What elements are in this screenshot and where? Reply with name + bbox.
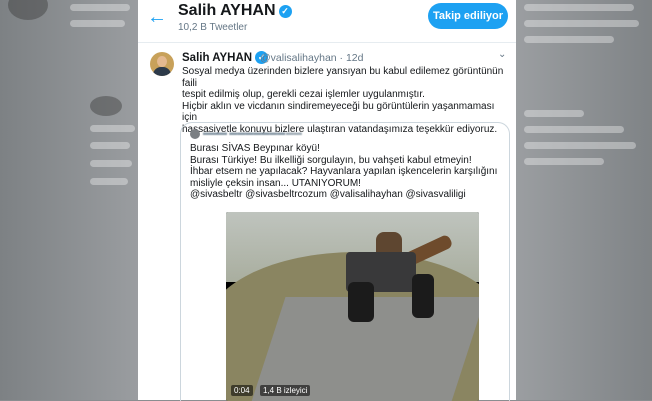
tweet-author-name-text: Salih AYHAN <box>182 52 253 64</box>
chevron-down-icon[interactable]: ⌄ <box>498 49 506 60</box>
blurred-avatar <box>8 0 48 20</box>
blurred-text <box>90 160 132 167</box>
blurred-text <box>70 4 130 11</box>
profile-name-text: Salih AYHAN <box>178 2 276 19</box>
avatar[interactable] <box>150 52 174 76</box>
blurred-text <box>524 158 604 165</box>
video-time: 0:04 <box>231 385 253 396</box>
blurred-text <box>524 4 634 11</box>
tweet-panel: ← Salih AYHAN ✓ 10,2 B Tweetler Takip edi… <box>138 0 516 401</box>
profile-header: ← Salih AYHAN ✓ 10,2 B Tweetler Takip edi… <box>138 0 516 43</box>
tweet-author-handle[interactable]: @valisalihayhan · 12d <box>260 52 363 64</box>
quoted-text-line: misliyle çeksin insan... UTANIYORUM! <box>190 177 361 189</box>
blurred-background-right <box>516 0 652 400</box>
video-tractor-wheel <box>412 274 434 318</box>
blurred-text <box>70 20 125 27</box>
blurred-text <box>524 142 636 149</box>
back-arrow-icon[interactable]: ← <box>146 6 168 28</box>
video-tractor-wheel <box>348 282 374 322</box>
blurred-text <box>524 20 639 27</box>
avatar-face <box>157 56 167 67</box>
quoted-text-line: Burası SİVAS Beypınar köyü! <box>190 143 320 154</box>
tweet-count: 10,2 B Tweetler <box>178 22 248 33</box>
tweet-text-line: Sosyal medya üzerinden bizlere yansıyan … <box>182 66 504 89</box>
quoted-author-name-blurred: ▬▬▬ ▬▬▬▬▬▬▬ <box>203 128 286 137</box>
quoted-time-blurred: · ▬▬ <box>281 128 302 137</box>
avatar-suit <box>153 67 171 76</box>
blurred-avatar <box>90 96 122 116</box>
video-player[interactable]: 0:04 1,4 B izleyici <box>226 212 479 401</box>
tweet-text-line: tespit edilmiş olup, gerekli cezai işlem… <box>182 89 425 101</box>
quoted-text-line: Burası Türkiye! Bu ilkelliği sorgulayın,… <box>190 154 472 166</box>
quoted-tweet[interactable]: ▬▬▬ ▬▬▬▬▬▬▬ · ▬▬ Burası SİVAS Beypınar k… <box>180 122 510 401</box>
blurred-text <box>90 142 130 149</box>
tweet-author-name[interactable]: Salih AYHAN ✓ <box>182 51 269 64</box>
blurred-background-left <box>0 0 138 400</box>
blurred-text <box>524 126 624 133</box>
tweet-text-line: Hiçbir aklın ve vicdanın sindiremeyeceği… <box>182 100 495 124</box>
profile-name: Salih AYHAN ✓ <box>178 2 292 20</box>
quoted-text-line: İhbar etsem ne yapılacak? Hayvanlara yap… <box>190 166 498 178</box>
quoted-author-avatar[interactable] <box>190 129 200 139</box>
following-button[interactable]: Takip ediliyor <box>428 3 508 29</box>
blurred-text <box>524 110 584 117</box>
quoted-mentions[interactable]: @sivasbeltr @sivasbeltrcozum @valisaliha… <box>190 189 502 201</box>
blurred-text <box>90 178 128 185</box>
verified-badge-icon: ✓ <box>278 5 292 18</box>
video-view-count: 1,4 B izleyici <box>260 385 311 396</box>
blurred-text <box>524 36 614 43</box>
blurred-text <box>90 125 135 132</box>
quoted-tweet-text: Burası SİVAS Beypınar köyü! Burası Türki… <box>190 143 502 201</box>
